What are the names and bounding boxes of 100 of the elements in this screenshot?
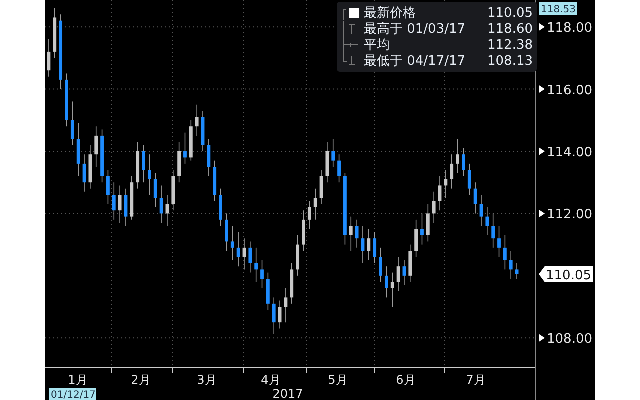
candle [320,170,324,205]
candle [290,263,294,304]
candle [332,138,336,168]
candle [142,144,146,183]
candle [438,176,442,211]
candle [178,142,182,183]
candle [349,216,353,252]
candle [207,138,211,177]
candle [515,263,519,280]
candle [213,160,217,202]
month-label: 3月 [197,373,217,387]
candle [509,250,513,280]
candle [195,104,199,136]
candle [272,297,276,334]
candle [503,235,507,270]
month-label: 5月 [328,373,348,387]
candle [201,110,205,152]
candle [373,232,377,264]
candle [308,200,312,230]
price-tick: 108.00 [547,332,592,348]
candle [254,248,258,283]
candle [219,188,222,227]
candle [124,188,128,227]
candle [444,170,448,199]
legend-value: 108.13 [488,54,533,68]
candle [414,220,418,258]
candle [456,138,460,174]
candle [236,232,240,267]
candle [396,256,400,292]
candle [242,238,246,270]
candle [106,170,110,205]
candle [462,148,466,177]
candle [230,226,234,261]
candle [136,142,140,190]
start-date-label: 01/12/17 [49,388,96,400]
candle [338,154,341,183]
candle [260,260,264,289]
last-price-label: 110.05 [539,266,593,284]
legend-value: 112.38 [488,38,533,52]
candle [468,164,472,196]
candle [302,210,306,252]
candle [166,194,170,227]
price-tick: 112.00 [547,208,592,223]
candle [53,8,57,59]
candle [367,228,371,261]
candle [390,272,394,308]
candle [100,129,104,183]
candle [82,154,86,192]
month-label: 7月 [466,373,486,387]
legend-label: 平均 [364,37,391,54]
month-label: 6月 [396,373,416,387]
year-label: 2017 [272,387,304,400]
candle [112,182,116,220]
candle [160,185,164,224]
candle [474,182,478,214]
tick-marker-icon [539,85,545,94]
candle [266,272,270,311]
tick-marker-icon [539,210,545,218]
legend-label: 最低于 04/17/17 [364,53,467,70]
candle [384,266,388,298]
legend-label: 最高于 01/03/17 [364,21,467,38]
candle [432,192,436,224]
candle [426,204,430,242]
candle [88,144,92,190]
candle [278,300,282,330]
candle [408,244,412,283]
candle [326,142,330,183]
candle [480,194,484,227]
legend-value: 118.60 [488,22,533,36]
candle [154,172,158,208]
candle [284,288,288,323]
month-label: 4月 [261,373,281,387]
candle [450,154,454,190]
candle [47,39,51,78]
legend-value: 110.05 [488,6,533,20]
candle [296,235,300,276]
candle [379,248,382,283]
candle [486,207,490,236]
price-tick: 114.00 [547,146,592,160]
candle [94,126,98,168]
candle [498,226,501,258]
candle [118,185,122,224]
legend-label: 最新价格 [364,5,417,22]
candle [225,213,228,252]
month-label: 2月 [131,373,151,387]
candle [402,260,406,286]
candle [184,132,187,164]
candle [189,120,193,162]
candle [420,213,424,246]
candle [492,213,496,248]
square-icon [341,5,361,21]
candle [314,188,318,220]
candle [148,154,152,196]
candle [172,170,176,211]
month-label: 1月 [68,373,88,387]
tick-marker-icon [539,334,545,342]
price-tick: 116.00 [547,83,592,98]
candle [70,101,74,146]
top-price-label: 118.53 [539,2,577,16]
candle [361,226,365,264]
